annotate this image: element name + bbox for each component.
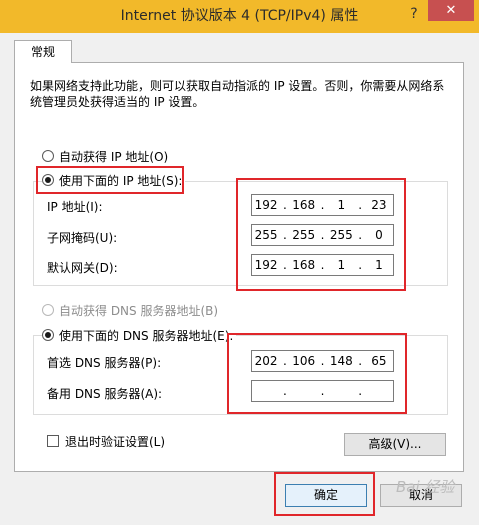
validate-checkbox[interactable] xyxy=(47,435,59,447)
default-gateway-label: 默认网关(D): xyxy=(47,261,118,275)
radio-auto-ip[interactable]: 自动获得 IP 地址(O) xyxy=(42,147,168,165)
alternate-dns-label: 备用 DNS 服务器(A): xyxy=(47,387,163,401)
radio-auto-ip-label: 自动获得 IP 地址(O) xyxy=(59,149,169,164)
highlight-manual-ip-radio xyxy=(36,166,184,194)
radio-manual-dns-label: 使用下面的 DNS 服务器地址(E): xyxy=(59,328,234,343)
radio-manual-dns[interactable]: 使用下面的 DNS 服务器地址(E): xyxy=(42,326,237,344)
watermark-logo: Bai 经验 xyxy=(396,478,455,496)
close-icon: ✕ xyxy=(445,3,457,18)
radio-auto-dns-label: 自动获得 DNS 服务器地址(B) xyxy=(59,303,219,318)
description-text: 如果网络支持此功能，则可以获取自动指派的 IP 设置。否则，你需要从网络系统管理… xyxy=(30,79,445,109)
highlight-ip-fields xyxy=(236,178,406,291)
ip-address-label: IP 地址(I): xyxy=(47,200,103,214)
close-button[interactable]: ✕ xyxy=(428,0,474,21)
radio-manual-dns-button[interactable] xyxy=(42,329,54,341)
advanced-button[interactable]: 高级(V)... xyxy=(344,433,446,456)
validate-label: 退出时验证设置(L) xyxy=(65,434,166,449)
help-button[interactable]: ? xyxy=(400,2,428,26)
radio-auto-ip-button[interactable] xyxy=(42,150,54,162)
radio-auto-dns[interactable]: 自动获得 DNS 服务器地址(B) xyxy=(42,301,218,319)
radio-auto-dns-button[interactable] xyxy=(42,304,54,316)
subnet-mask-label: 子网掩码(U): xyxy=(47,231,118,245)
tab-general[interactable]: 常规 xyxy=(14,40,72,63)
preferred-dns-label: 首选 DNS 服务器(P): xyxy=(47,356,162,370)
highlight-ok-button xyxy=(274,472,375,516)
validate-on-exit[interactable]: 退出时验证设置(L) xyxy=(47,432,165,450)
highlight-dns-fields xyxy=(227,333,407,414)
